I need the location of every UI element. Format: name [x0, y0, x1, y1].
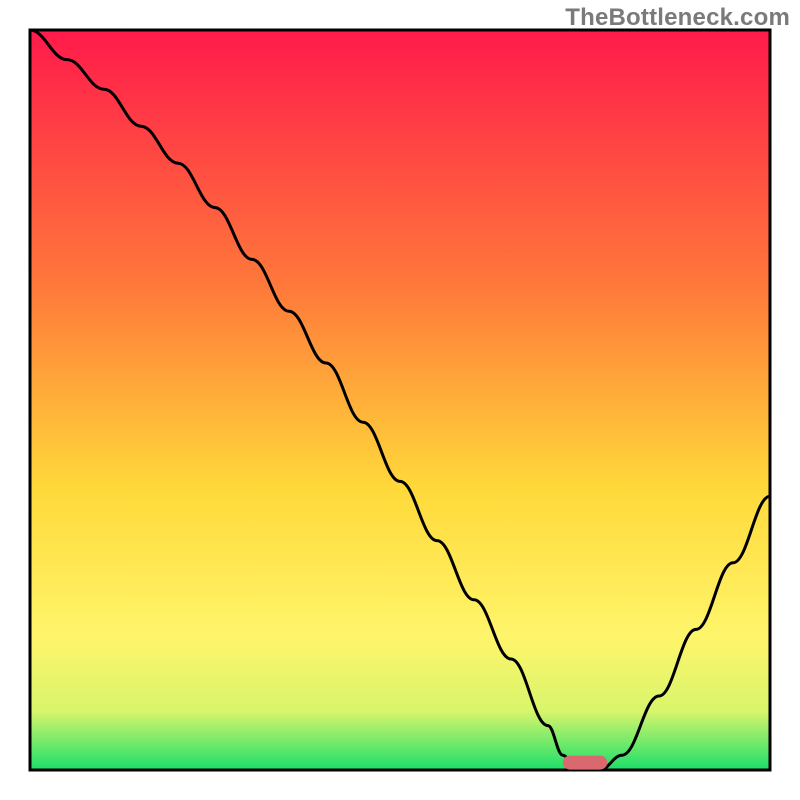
- chart-stage: TheBottleneck.com: [0, 0, 800, 800]
- watermark-text: TheBottleneck.com: [565, 4, 790, 32]
- min-marker: [563, 756, 607, 770]
- chart-svg: [0, 0, 800, 800]
- plot-background: [30, 30, 770, 770]
